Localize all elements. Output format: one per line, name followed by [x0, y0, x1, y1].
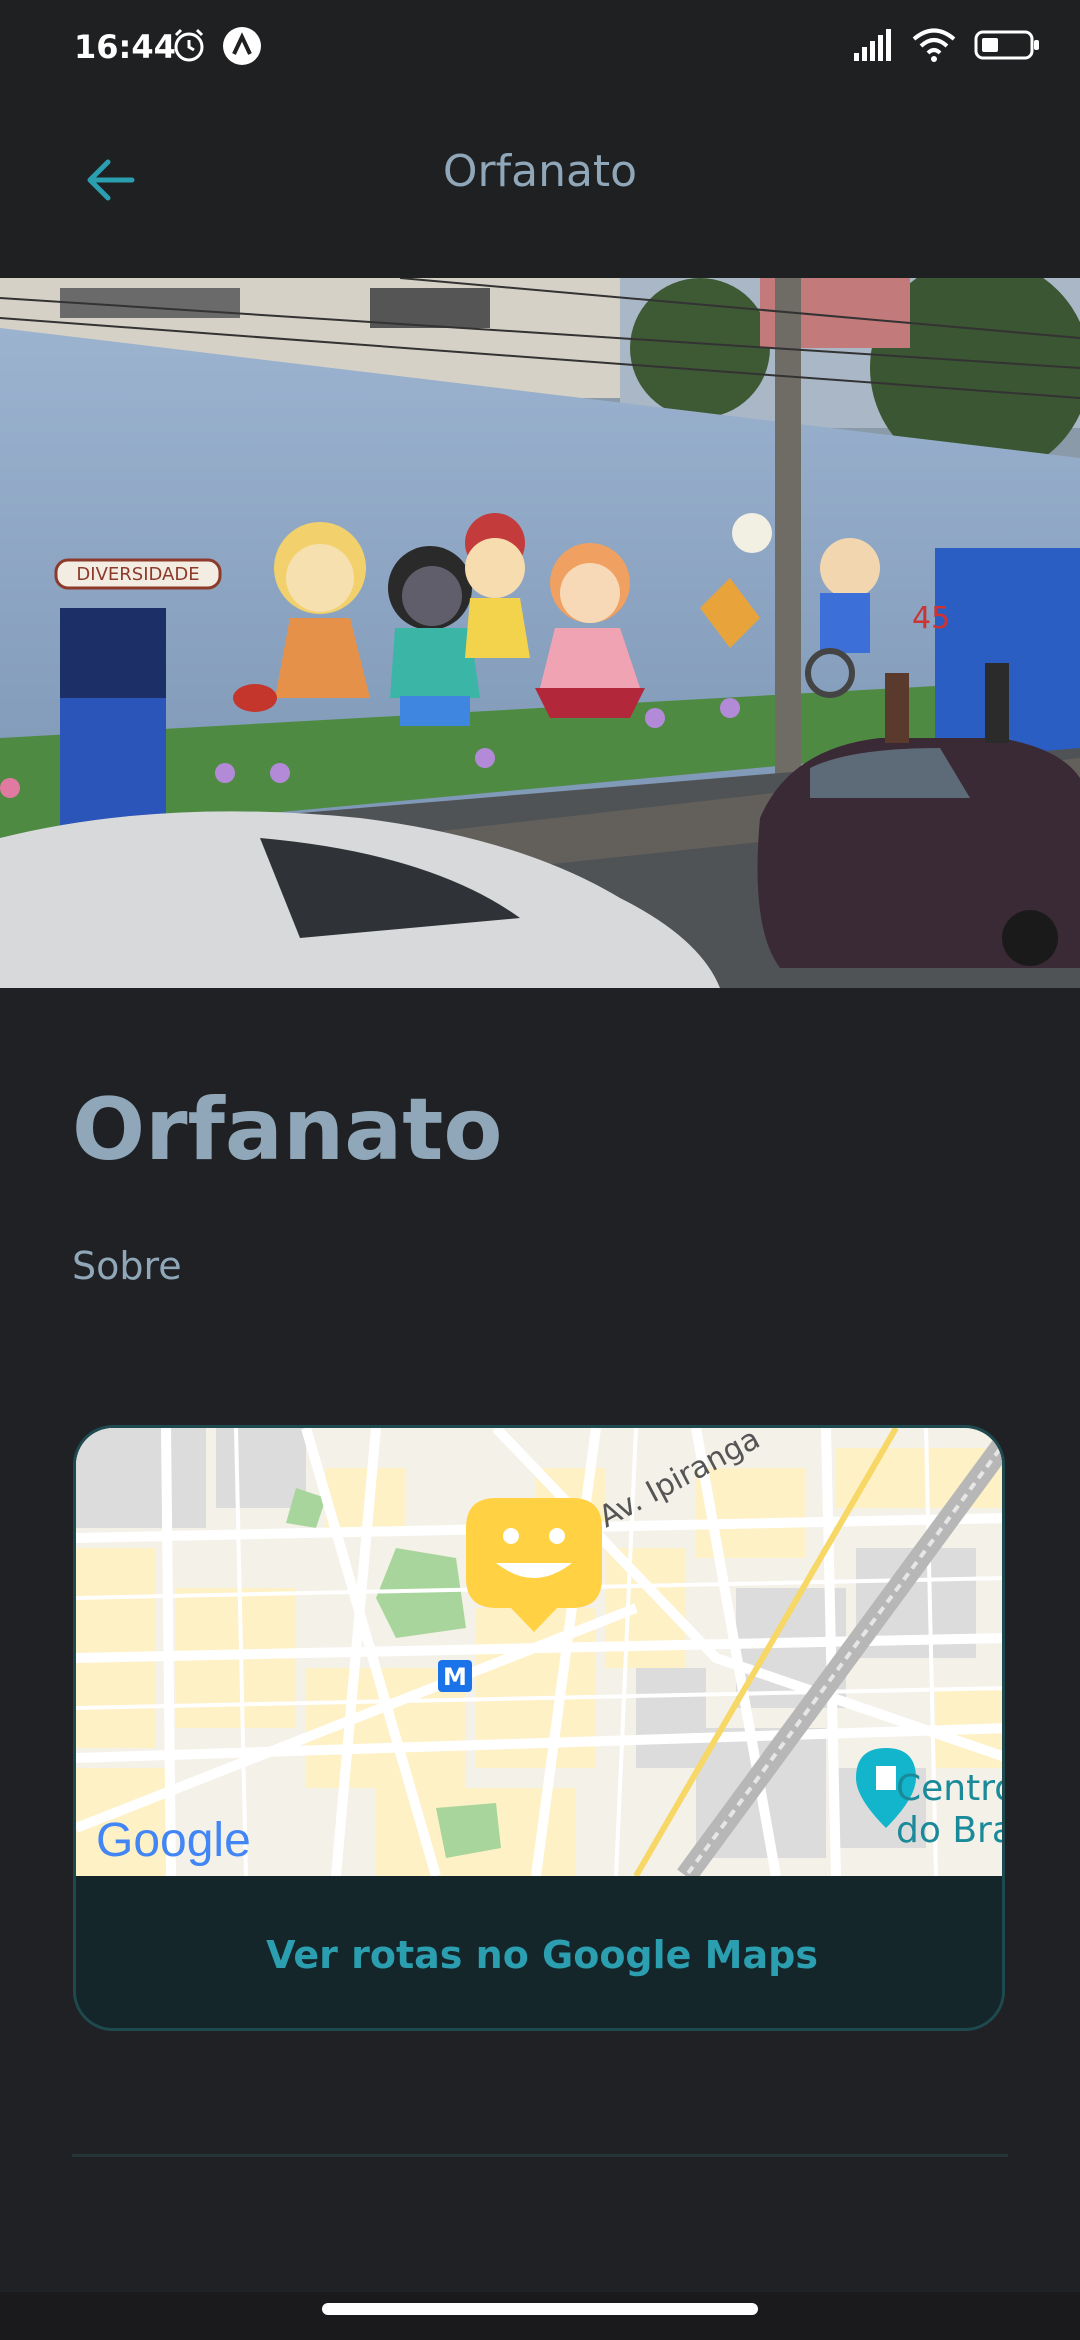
map-illustration: Av. Ipiranga M Centro do Bra Google [76, 1428, 1005, 1883]
navigation-bar [0, 2292, 1080, 2340]
mural-banner-text: DIVERSIDADE [76, 564, 199, 585]
alarm-icon [174, 28, 204, 62]
mural-number: 45 [912, 601, 950, 636]
status-right-icons [852, 28, 1040, 62]
google-logo: Google [96, 1814, 251, 1867]
map-card: Av. Ipiranga M Centro do Bra Google Ver … [73, 1425, 1005, 2031]
map-preview[interactable]: Av. Ipiranga M Centro do Bra Google [76, 1428, 1005, 1883]
status-left-icons [170, 26, 262, 66]
orphanage-title: Orfanato [72, 1080, 503, 1180]
metro-label: M [443, 1663, 467, 1691]
app-header: Orfanato [0, 96, 1080, 278]
about-label: Sobre [72, 1244, 182, 1288]
home-indicator[interactable] [322, 2303, 758, 2315]
wifi-icon [912, 28, 956, 62]
app-notification-icon [223, 27, 261, 65]
orphanage-photo-illustration: DIVERSIDADE 45 [0, 278, 1080, 988]
header-title: Orfanato [442, 146, 638, 197]
section-divider [72, 2154, 1008, 2157]
orphanage-photo[interactable]: DIVERSIDADE 45 [0, 278, 1080, 988]
battery-icon [974, 30, 1039, 60]
status-bar: 16:44 [0, 0, 1080, 96]
signal-icon [854, 29, 891, 61]
open-google-maps-button[interactable]: Ver rotas no Google Maps [76, 1876, 1002, 2028]
poi-label-line2: do Bra [896, 1810, 1005, 1851]
poi-label-line1: Centro [896, 1768, 1005, 1809]
status-time: 16:44 [74, 28, 176, 66]
